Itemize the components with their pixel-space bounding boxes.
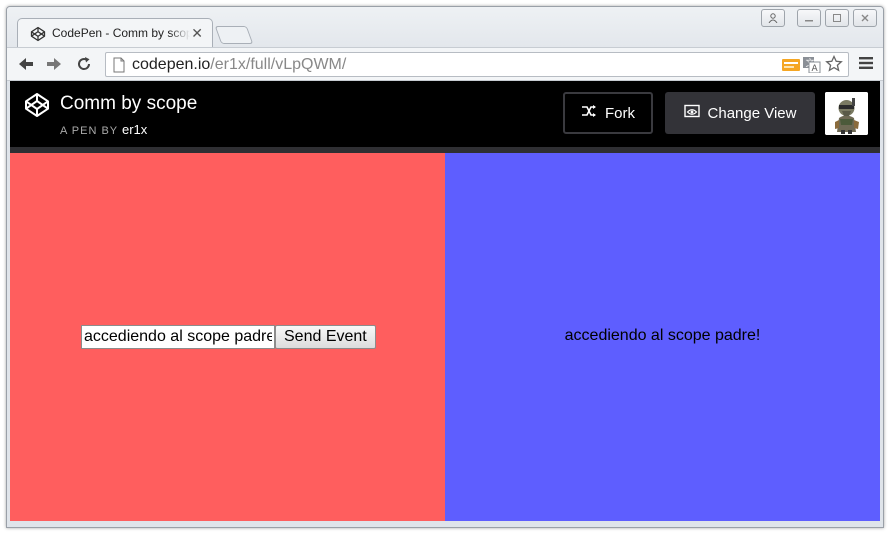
codepen-icon <box>30 26 46 42</box>
browser-tab[interactable]: CodePen - Comm by scope ✕ <box>17 18 213 48</box>
eye-window-icon <box>683 104 700 122</box>
reload-icon[interactable] <box>73 54 95 74</box>
window-controls <box>761 9 877 27</box>
byline-prefix: A PEN BY <box>60 125 118 137</box>
codepen-logo-icon[interactable] <box>24 92 50 123</box>
back-arrow-icon[interactable] <box>15 54 37 74</box>
avatar[interactable] <box>825 92 868 135</box>
maximize-icon[interactable] <box>825 9 849 27</box>
svg-text:A: A <box>812 64 819 73</box>
browser-window: CodePen - Comm by scope ✕ codepen.io/er1… <box>6 6 884 528</box>
bookmark-star-icon[interactable] <box>825 54 843 78</box>
minimize-icon[interactable] <box>797 9 821 27</box>
fork-icon <box>581 104 597 122</box>
url-text: codepen.io/er1x/full/vLpQWM/ <box>132 56 346 74</box>
send-event-button[interactable]: Send Event <box>275 325 376 349</box>
left-pane: Send Event <box>10 153 445 521</box>
new-tab-button[interactable] <box>214 26 254 44</box>
pen-byline: A PEN BY er1x <box>60 122 147 137</box>
url-path: /er1x/full/vLpQWM/ <box>210 56 347 73</box>
tab-title: CodePen - Comm by scope <box>52 26 190 40</box>
event-text-input[interactable] <box>81 325 275 349</box>
address-bar[interactable]: codepen.io/er1x/full/vLpQWM/ 文A <box>105 52 849 77</box>
pen-title: Comm by scope <box>60 93 198 114</box>
forward-arrow-icon[interactable] <box>43 54 65 74</box>
close-icon[interactable] <box>853 9 877 27</box>
page-icon <box>113 57 125 78</box>
change-view-label: Change View <box>707 104 797 122</box>
browser-toolbar: codepen.io/er1x/full/vLpQWM/ 文A <box>7 47 883 81</box>
pen-result: Send Event accediendo al scope padre! <box>10 153 880 521</box>
tab-strip: CodePen - Comm by scope ✕ <box>7 7 883 48</box>
author-link[interactable]: er1x <box>122 122 147 137</box>
fork-label: Fork <box>605 104 635 122</box>
codepen-header: Comm by scope A PEN BY er1x Fork Change … <box>10 81 880 153</box>
received-message: accediendo al scope padre! <box>564 327 761 344</box>
translate-icon[interactable]: 文A <box>803 57 821 78</box>
event-form: Send Event <box>81 325 376 349</box>
tab-close-icon[interactable]: ✕ <box>191 24 203 42</box>
extension-icon[interactable] <box>782 57 800 78</box>
menu-icon[interactable] <box>859 56 873 75</box>
change-view-button[interactable]: Change View <box>665 92 815 134</box>
url-domain: codepen.io <box>132 56 211 73</box>
right-pane: accediendo al scope padre! <box>445 153 880 521</box>
fork-button[interactable]: Fork <box>563 92 653 134</box>
user-icon[interactable] <box>761 9 785 27</box>
